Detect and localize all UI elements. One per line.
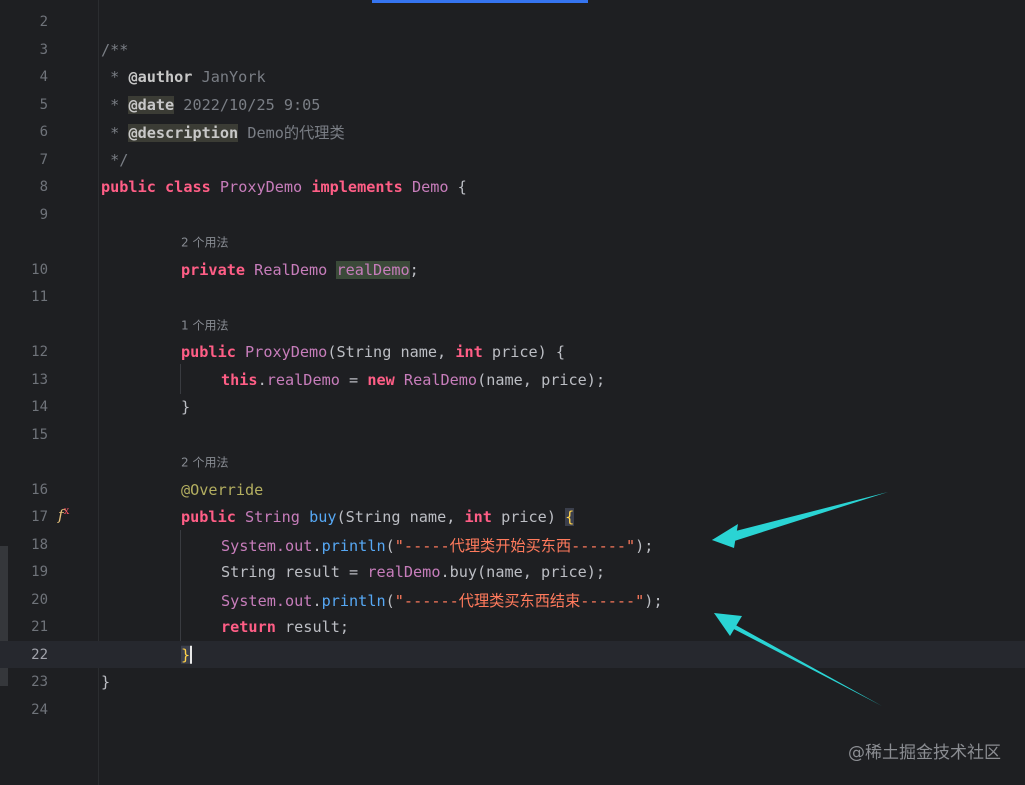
line-number: 22	[31, 646, 48, 663]
line-number: 24	[31, 701, 48, 718]
code-text: return result;	[221, 617, 350, 636]
code-editor[interactable]: 2 3 /** 4 * @author JanYork 5 * @date 20…	[0, 0, 1025, 785]
code-line[interactable]: 10 private RealDemo realDemo;	[0, 256, 1025, 283]
line-number: 20	[31, 591, 48, 608]
code-line[interactable]: 23 }	[0, 668, 1025, 695]
code-line[interactable]: 18 System.out.println("-----代理类开始买东西----…	[0, 531, 1025, 558]
line-number: 13	[31, 371, 48, 388]
code-text: }	[181, 397, 191, 416]
code-text: public String buy(String name, int price…	[181, 507, 575, 526]
code-line-current[interactable]: 22 }	[0, 641, 1025, 668]
code-line[interactable]: 17 public String buy(String name, int pr…	[0, 503, 1025, 530]
code-line[interactable]: 3 /**	[0, 36, 1025, 63]
line-number: 12	[31, 343, 48, 360]
line-number: 19	[31, 563, 48, 580]
tab-scroll-indicator	[372, 0, 588, 3]
line-number: 4	[39, 68, 48, 85]
line-number: 15	[31, 426, 48, 443]
fx-override-icon[interactable]: fx	[58, 506, 69, 524]
code-line[interactable]: 14 }	[0, 393, 1025, 420]
code-text: System.out.println("------代理类买东西结束------…	[221, 591, 663, 610]
usage-hint[interactable]: 2 个用法	[181, 233, 228, 250]
code-line[interactable]: 2	[0, 8, 1025, 35]
line-number: 2	[39, 13, 48, 30]
code-line[interactable]: 19 String result = realDemo.buy(name, pr…	[0, 558, 1025, 585]
usage-hint[interactable]: 1 个用法	[181, 316, 228, 333]
line-number: 14	[31, 398, 48, 415]
code-line[interactable]: 8 public class ProxyDemo implements Demo…	[0, 173, 1025, 200]
code-text: */	[101, 150, 129, 169]
code-line[interactable]: 12 public ProxyDemo(String name, int pri…	[0, 338, 1025, 365]
usage-hint[interactable]: 2 个用法	[181, 453, 228, 470]
code-line[interactable]: 5 * @date 2022/10/25 9:05	[0, 91, 1025, 118]
code-line[interactable]: 20 System.out.println("------代理类买东西结束---…	[0, 586, 1025, 613]
code-text: public ProxyDemo(String name, int price)…	[181, 342, 566, 361]
line-number: 10	[31, 261, 48, 278]
code-text: * @author JanYork	[101, 67, 266, 86]
code-line[interactable]: 16 @Override	[0, 476, 1025, 503]
line-number: 8	[39, 178, 48, 195]
code-text: System.out.println("-----代理类开始买东西------"…	[221, 536, 654, 555]
line-number: 21	[31, 618, 48, 635]
line-number: 16	[31, 481, 48, 498]
code-text: /**	[101, 40, 129, 59]
line-number: 3	[39, 41, 48, 58]
code-line[interactable]: 24	[0, 696, 1025, 723]
line-number: 7	[39, 151, 48, 168]
line-number: 11	[31, 288, 48, 305]
code-line[interactable]: 6 * @description Demo的代理类	[0, 118, 1025, 145]
code-text: this.realDemo = new RealDemo(name, price…	[221, 370, 606, 389]
text-caret	[190, 645, 193, 664]
code-line[interactable]: 4 * @author JanYork	[0, 63, 1025, 90]
line-number: 6	[39, 123, 48, 140]
code-text: }	[181, 645, 193, 664]
code-line[interactable]: 13 this.realDemo = new RealDemo(name, pr…	[0, 366, 1025, 393]
code-text: public class ProxyDemo implements Demo {	[101, 177, 467, 196]
code-text: @Override	[181, 480, 264, 499]
code-line[interactable]: 9	[0, 201, 1025, 228]
code-text: String result = realDemo.buy(name, price…	[221, 562, 606, 581]
watermark: @稀土掘金技术社区	[848, 743, 1001, 763]
usage-hint-row: 1 个用法	[0, 311, 1025, 338]
code-line[interactable]: 7 */	[0, 146, 1025, 173]
line-number: 5	[39, 96, 48, 113]
code-text: * @description Demo的代理类	[101, 123, 345, 142]
code-text: * @date 2022/10/25 9:05	[101, 95, 321, 114]
line-number: 17	[31, 508, 48, 525]
line-number: 18	[31, 536, 48, 553]
code-line[interactable]: 15	[0, 421, 1025, 448]
code-line[interactable]: 11	[0, 283, 1025, 310]
line-number: 23	[31, 673, 48, 690]
line-number: 9	[39, 206, 48, 223]
usage-hint-row: 2 个用法	[0, 448, 1025, 475]
code-line[interactable]: 21 return result;	[0, 613, 1025, 640]
code-text: }	[101, 672, 111, 691]
code-text: private RealDemo realDemo;	[181, 260, 419, 279]
usage-hint-row: 2 个用法	[0, 228, 1025, 255]
